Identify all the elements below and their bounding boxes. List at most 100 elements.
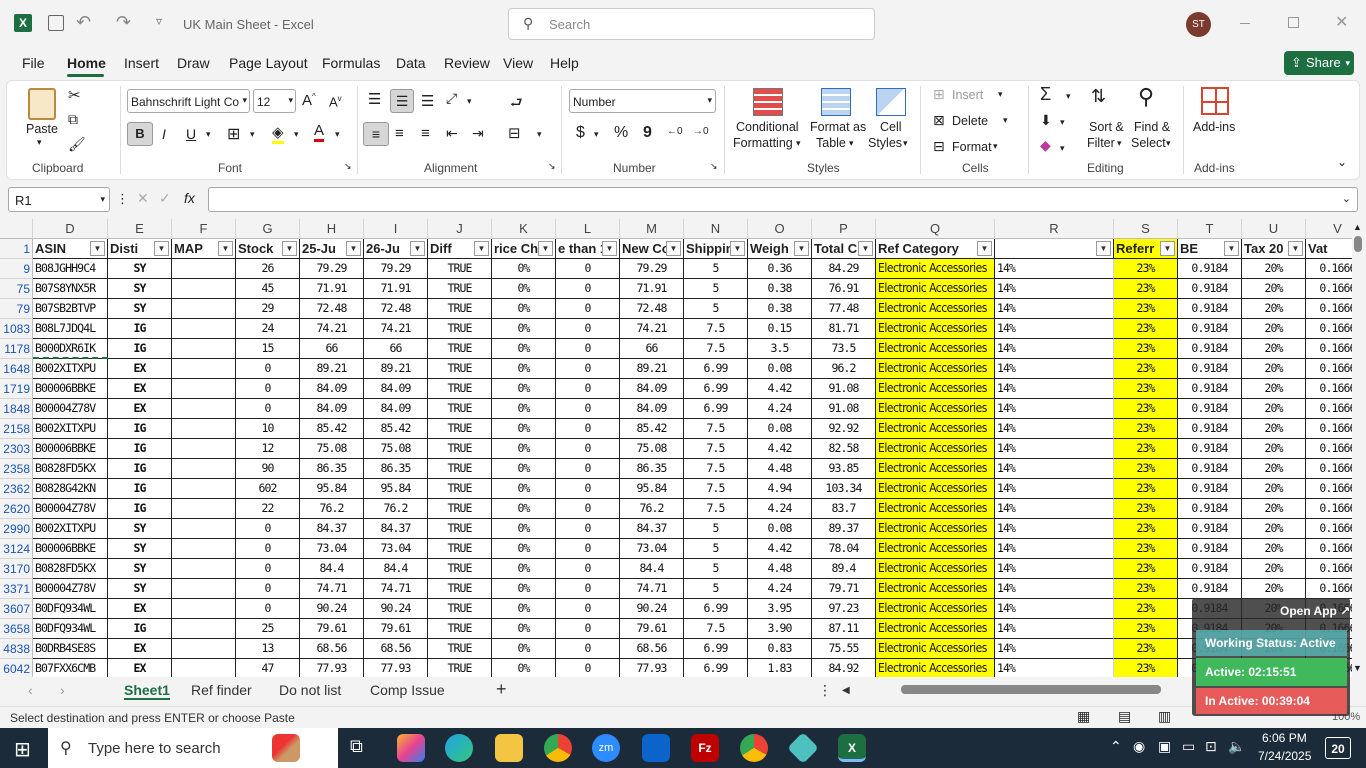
table-cell[interactable] [172, 539, 236, 559]
table-cell[interactable]: 0.1666 [1306, 299, 1352, 319]
table-cell[interactable]: 14% [995, 539, 1114, 559]
undo-icon[interactable]: ↶ [76, 12, 91, 33]
table-cell[interactable]: SY [108, 519, 172, 539]
table-cell[interactable]: 14% [995, 639, 1114, 659]
top-align-icon[interactable]: ☰ [368, 90, 381, 108]
table-cell[interactable]: 85.42 [620, 419, 684, 439]
clock-date[interactable]: 7/24/2025 [1258, 749, 1311, 763]
table-cell[interactable]: EX [108, 379, 172, 399]
italic-button[interactable]: I [162, 126, 166, 142]
table-cell[interactable]: 0.1666 [1306, 359, 1352, 379]
table-cell[interactable]: 0 [236, 579, 300, 599]
table-cell[interactable]: 14% [995, 459, 1114, 479]
table-cell[interactable]: B00006BBKE [33, 539, 108, 559]
table-cell[interactable]: 0 [556, 339, 620, 359]
fill-dropdown-icon[interactable]: ▾ [294, 129, 299, 140]
menu-page-layout[interactable]: Page Layout [229, 55, 308, 71]
table-cell[interactable]: 0.1666 [1306, 519, 1352, 539]
find-select-button[interactable]: Find & [1134, 120, 1170, 134]
row-header[interactable]: 2303 [0, 439, 33, 459]
table-cell[interactable]: 0.1666 [1306, 399, 1352, 419]
table-cell[interactable]: 10 [236, 419, 300, 439]
table-cell[interactable]: 4.24 [748, 579, 812, 599]
table-cell[interactable]: 14% [995, 299, 1114, 319]
header-cell[interactable]: ▼ [995, 239, 1114, 259]
table-cell[interactable]: 90.24 [300, 599, 364, 619]
volume-icon[interactable]: 🔈 [1228, 738, 1245, 755]
sort-filter-button[interactable]: Sort & [1089, 120, 1124, 134]
table-cell[interactable]: 24 [236, 319, 300, 339]
menu-home[interactable]: Home [67, 55, 106, 71]
table-cell[interactable]: 3.95 [748, 599, 812, 619]
table-cell[interactable]: 0 [556, 519, 620, 539]
table-cell[interactable]: 14% [995, 439, 1114, 459]
table-cell[interactable]: 76.2 [620, 499, 684, 519]
paste-icon[interactable] [28, 88, 56, 120]
table-cell[interactable]: 0.1666 [1306, 419, 1352, 439]
row-header[interactable]: 4838 [0, 639, 33, 659]
vertical-scrollbar[interactable] [1352, 219, 1366, 677]
table-cell[interactable]: 0% [492, 659, 556, 677]
column-header-m[interactable]: M [620, 219, 684, 239]
cut-icon[interactable]: ✂ [68, 86, 81, 104]
scroll-left-icon[interactable]: ◀ [842, 685, 850, 696]
table-cell[interactable]: 0 [556, 399, 620, 419]
table-cell[interactable]: 90.24 [620, 599, 684, 619]
increase-decimal-icon[interactable]: ←0 [667, 126, 683, 137]
table-cell[interactable]: 89.21 [300, 359, 364, 379]
table-cell[interactable]: 5 [684, 579, 748, 599]
table-cell[interactable]: IG [108, 499, 172, 519]
orientation-icon[interactable]: ⤢ [446, 90, 457, 107]
table-cell[interactable]: 23% [1114, 519, 1178, 539]
copilot-icon[interactable] [397, 734, 425, 762]
cancel-entry-icon[interactable]: ✕ [137, 190, 149, 207]
table-cell[interactable]: 74.21 [300, 319, 364, 339]
format-cells-icon[interactable]: ⊟ [933, 138, 945, 155]
tray-icon[interactable]: ◉ [1133, 738, 1145, 755]
notification-badge[interactable]: 20 [1325, 737, 1351, 759]
cell-styles-label[interactable]: Styles [868, 136, 902, 150]
add-sheet-icon[interactable]: + [496, 679, 507, 700]
table-cell[interactable]: 103.34 [812, 479, 876, 499]
header-cell[interactable]: 26-Ju ▼ [364, 239, 428, 259]
filter-dropdown-icon[interactable]: ▼ [410, 241, 425, 256]
table-cell[interactable]: 0.1666 [1306, 339, 1352, 359]
table-cell[interactable]: 66 [620, 339, 684, 359]
table-cell[interactable]: 0 [236, 379, 300, 399]
table-cell[interactable]: 7.5 [684, 339, 748, 359]
table-cell[interactable]: B0828G42KN [33, 479, 108, 499]
table-cell[interactable]: 7.5 [684, 319, 748, 339]
table-cell[interactable]: 4.94 [748, 479, 812, 499]
table-cell[interactable]: 20% [1242, 459, 1306, 479]
redo-icon[interactable]: ↷ [116, 12, 131, 33]
table-cell[interactable]: 13 [236, 639, 300, 659]
table-cell[interactable]: 20% [1242, 279, 1306, 299]
table-cell[interactable]: 86.35 [620, 459, 684, 479]
fill-icon[interactable]: ⬇ [1040, 112, 1052, 129]
table-cell[interactable]: 68.56 [300, 639, 364, 659]
row-header[interactable]: 2362 [0, 479, 33, 499]
table-cell[interactable]: SY [108, 579, 172, 599]
table-cell[interactable]: 20% [1242, 439, 1306, 459]
table-cell[interactable]: 14% [995, 499, 1114, 519]
tab-sheet1[interactable]: Sheet1 [124, 682, 170, 700]
network-icon[interactable]: ⊡ [1205, 738, 1217, 755]
table-cell[interactable]: 0.9184 [1178, 439, 1242, 459]
table-cell[interactable]: 23% [1114, 599, 1178, 619]
table-cell[interactable]: 45 [236, 279, 300, 299]
table-cell[interactable]: 23% [1114, 299, 1178, 319]
table-cell[interactable]: 20% [1242, 339, 1306, 359]
table-cell[interactable]: 0 [236, 559, 300, 579]
page-layout-view-icon[interactable]: ▤ [1118, 708, 1131, 725]
table-cell[interactable]: 73.04 [620, 539, 684, 559]
table-cell[interactable]: 79.71 [812, 579, 876, 599]
table-cell[interactable]: 14% [995, 599, 1114, 619]
table-cell[interactable]: 0 [556, 459, 620, 479]
table-cell[interactable]: TRUE [428, 399, 492, 419]
tray-icon[interactable]: ▭ [1182, 738, 1195, 755]
table-cell[interactable]: 14% [995, 379, 1114, 399]
table-cell[interactable]: 14% [995, 519, 1114, 539]
table-cell[interactable]: 90 [236, 459, 300, 479]
row-header[interactable]: 3371 [0, 579, 33, 599]
row-header[interactable]: 1 [0, 239, 33, 259]
